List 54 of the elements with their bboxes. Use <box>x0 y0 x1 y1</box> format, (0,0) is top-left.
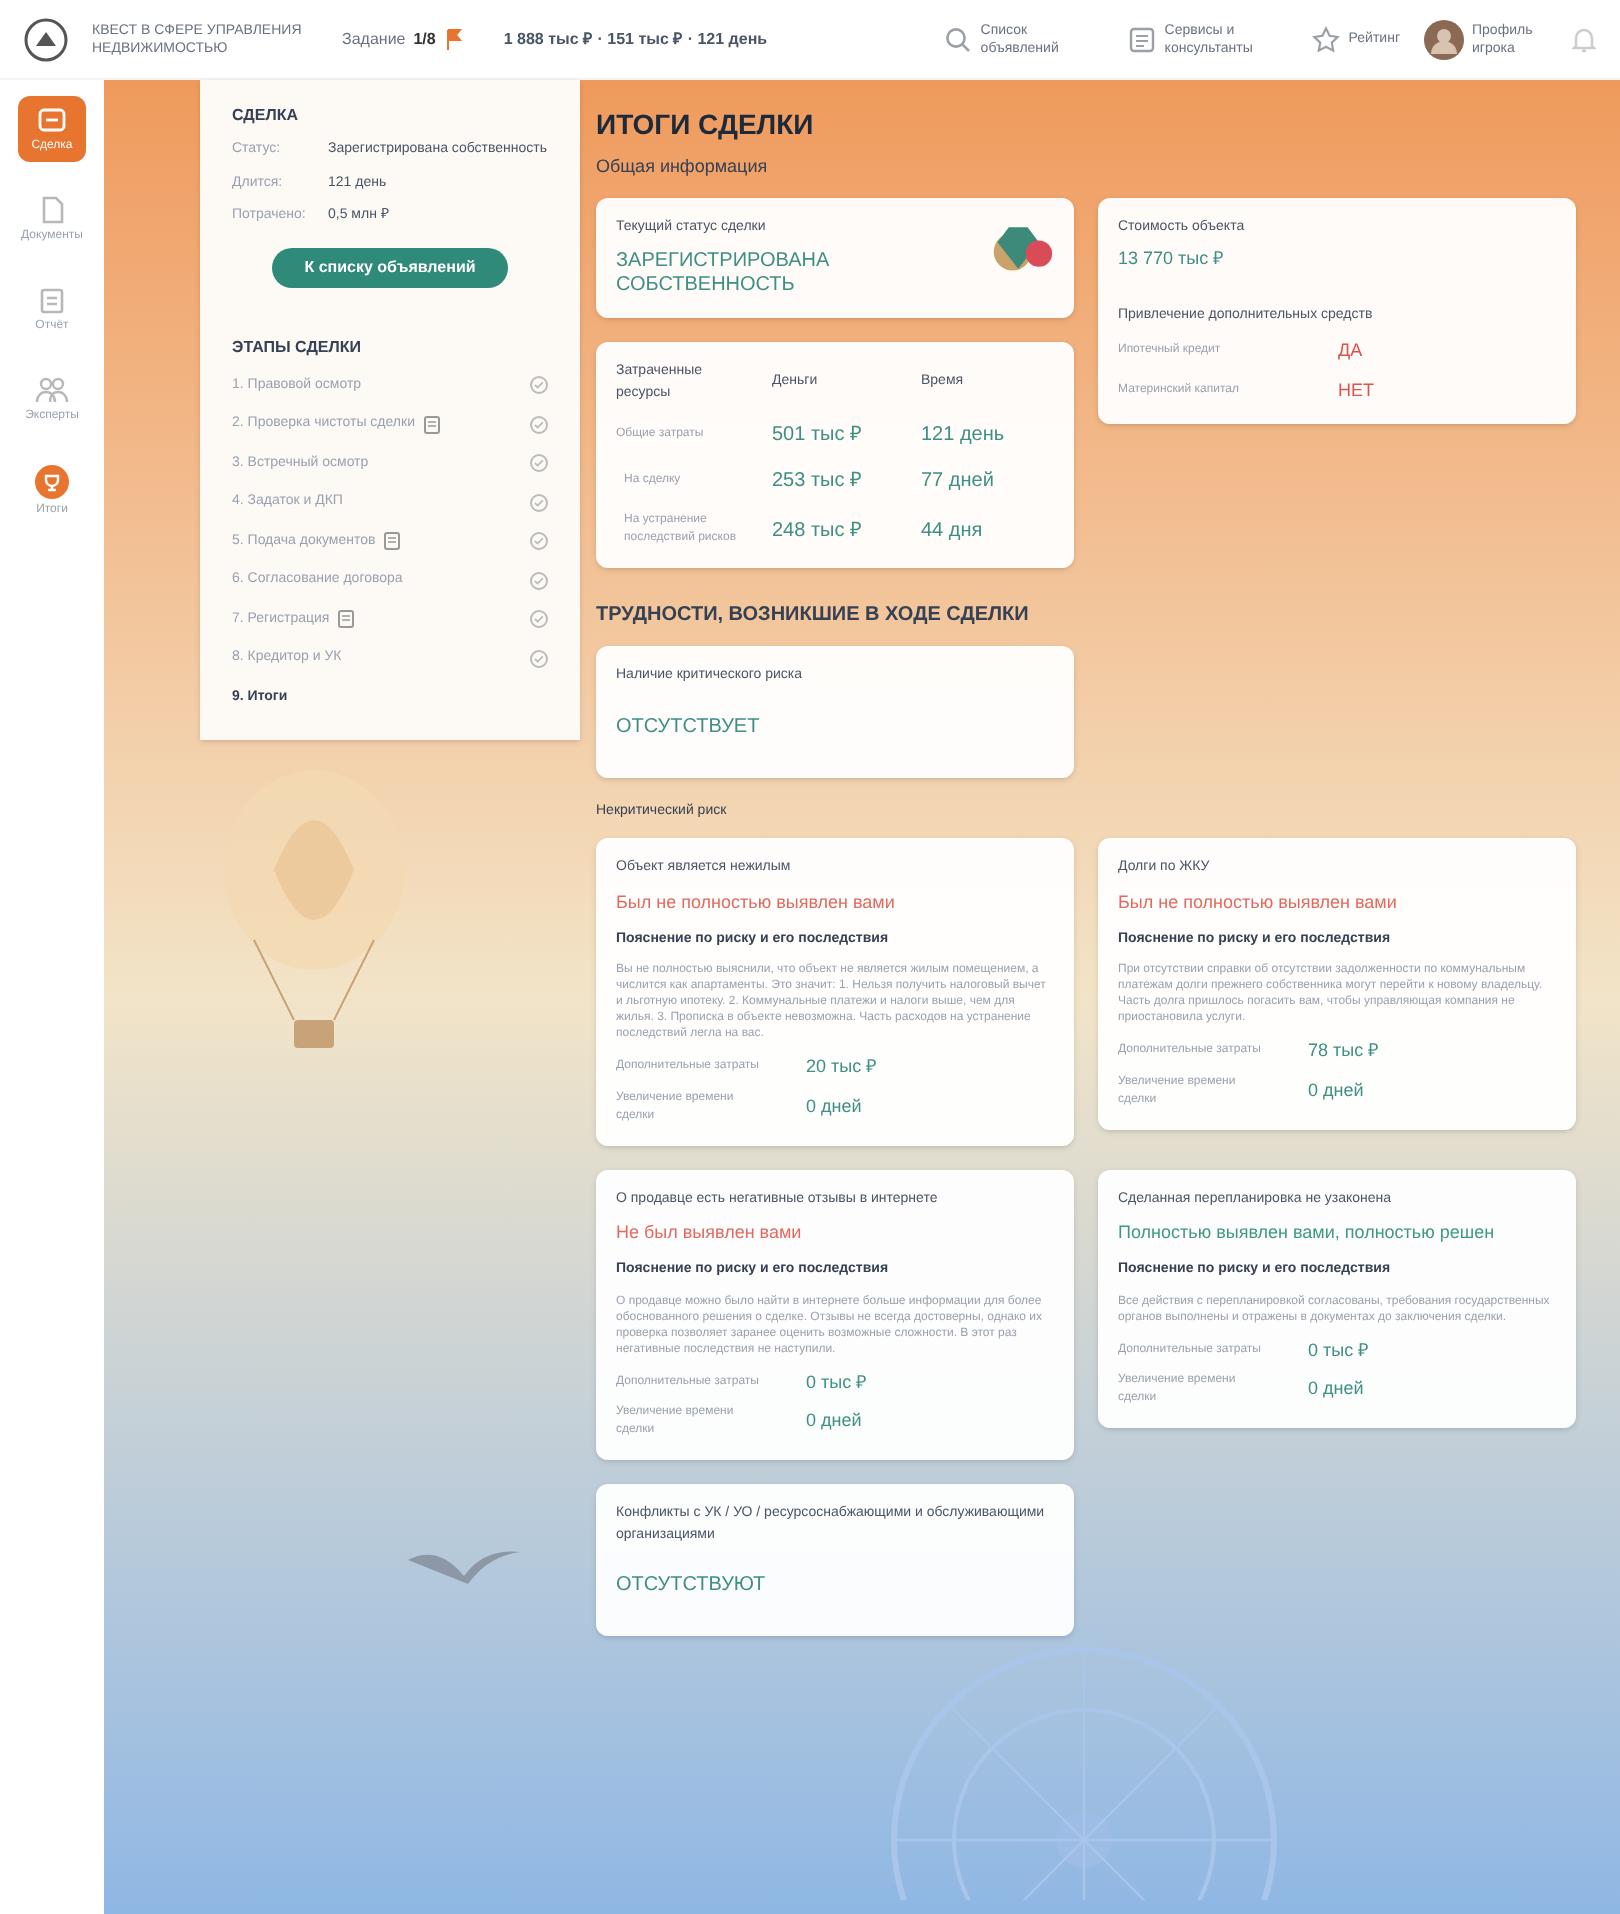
time-value: 44 дня <box>921 517 985 545</box>
check-circle-icon <box>530 376 548 395</box>
trophy-badge-icon <box>34 464 70 500</box>
risk-outcome: Не был выявлен вами <box>616 1222 804 1244</box>
resource-stats: 1 888 тыс ₽ · 151 тыс ₽ · 121 день <box>503 27 768 51</box>
critical-risk-value: ОТСУТСТВУЕТ <box>616 713 762 741</box>
page-title: ИТОГИ СДЕЛКИ <box>596 106 816 144</box>
time-value: 121 день <box>921 422 1007 450</box>
avatar-icon <box>1424 19 1464 59</box>
check-circle-icon <box>530 649 548 668</box>
section-title: ТРУДНОСТИ, ВОЗНИКШИЕ В ХОДЕ СДЕЛКИ <box>596 602 1031 630</box>
panel-heading: СДЕЛКА <box>232 104 300 128</box>
bell-icon[interactable] <box>1572 25 1596 53</box>
risk-outcome: Был не полностью выявлен вами <box>616 891 897 913</box>
section-subtitle: Общая информация <box>596 154 770 180</box>
panel-heading: ЭТАПЫ СДЕЛКИ <box>232 335 364 359</box>
search-icon <box>944 25 973 53</box>
list-icon <box>1128 25 1157 53</box>
check-circle-icon <box>530 610 548 629</box>
flag-icon <box>443 27 464 51</box>
risk-outcome: Полностью выявлен вами, полностью решен <box>1118 1222 1497 1244</box>
time-value: 0 дней <box>806 1408 862 1435</box>
check-circle-icon <box>530 454 548 473</box>
funds-value: НЕТ <box>1338 377 1374 403</box>
time-value: 0 дней <box>1308 1376 1364 1403</box>
time-value: 0 дней <box>806 1093 862 1120</box>
money-value: 501 тыс ₽ <box>772 422 865 450</box>
document-icon <box>423 415 439 434</box>
listings-button[interactable]: К списку объявлений <box>272 247 508 287</box>
people-icon <box>34 374 70 406</box>
money-value: 253 тыс ₽ <box>772 468 865 496</box>
status-value: ЗАРЕГИСТРИРОВАНА СОБСТВЕННОСТЬ <box>616 250 832 298</box>
clipboard-icon <box>36 284 68 316</box>
cost-value: 78 тыс ₽ <box>1308 1038 1379 1064</box>
cost-value: 0 тыс ₽ <box>1308 1337 1369 1363</box>
task-label: Задание <box>342 27 406 51</box>
emblem-logo-icon <box>24 17 68 61</box>
conflicts-value: ОТСУТСТВУЮТ <box>616 1572 768 1600</box>
document-icon <box>337 610 354 629</box>
cost-value: 20 тыс ₽ <box>806 1054 877 1080</box>
document-icon <box>383 532 400 551</box>
check-circle-icon <box>530 415 548 434</box>
check-circle-icon <box>530 571 548 590</box>
check-circle-icon <box>530 493 548 512</box>
money-value: 248 тыс ₽ <box>772 517 865 545</box>
cost-value: 0 тыс ₽ <box>806 1369 867 1395</box>
task-counter: 1/8 <box>413 27 436 51</box>
risk-outcome: Был не полностью выявлен вами <box>1118 891 1399 913</box>
price-value: 13 770 тыс ₽ <box>1118 246 1226 272</box>
time-value: 77 дней <box>921 468 996 496</box>
funds-value: ДА <box>1338 338 1363 364</box>
check-circle-icon <box>530 532 548 551</box>
time-value: 0 дней <box>1308 1077 1364 1104</box>
star-icon <box>1312 25 1341 53</box>
